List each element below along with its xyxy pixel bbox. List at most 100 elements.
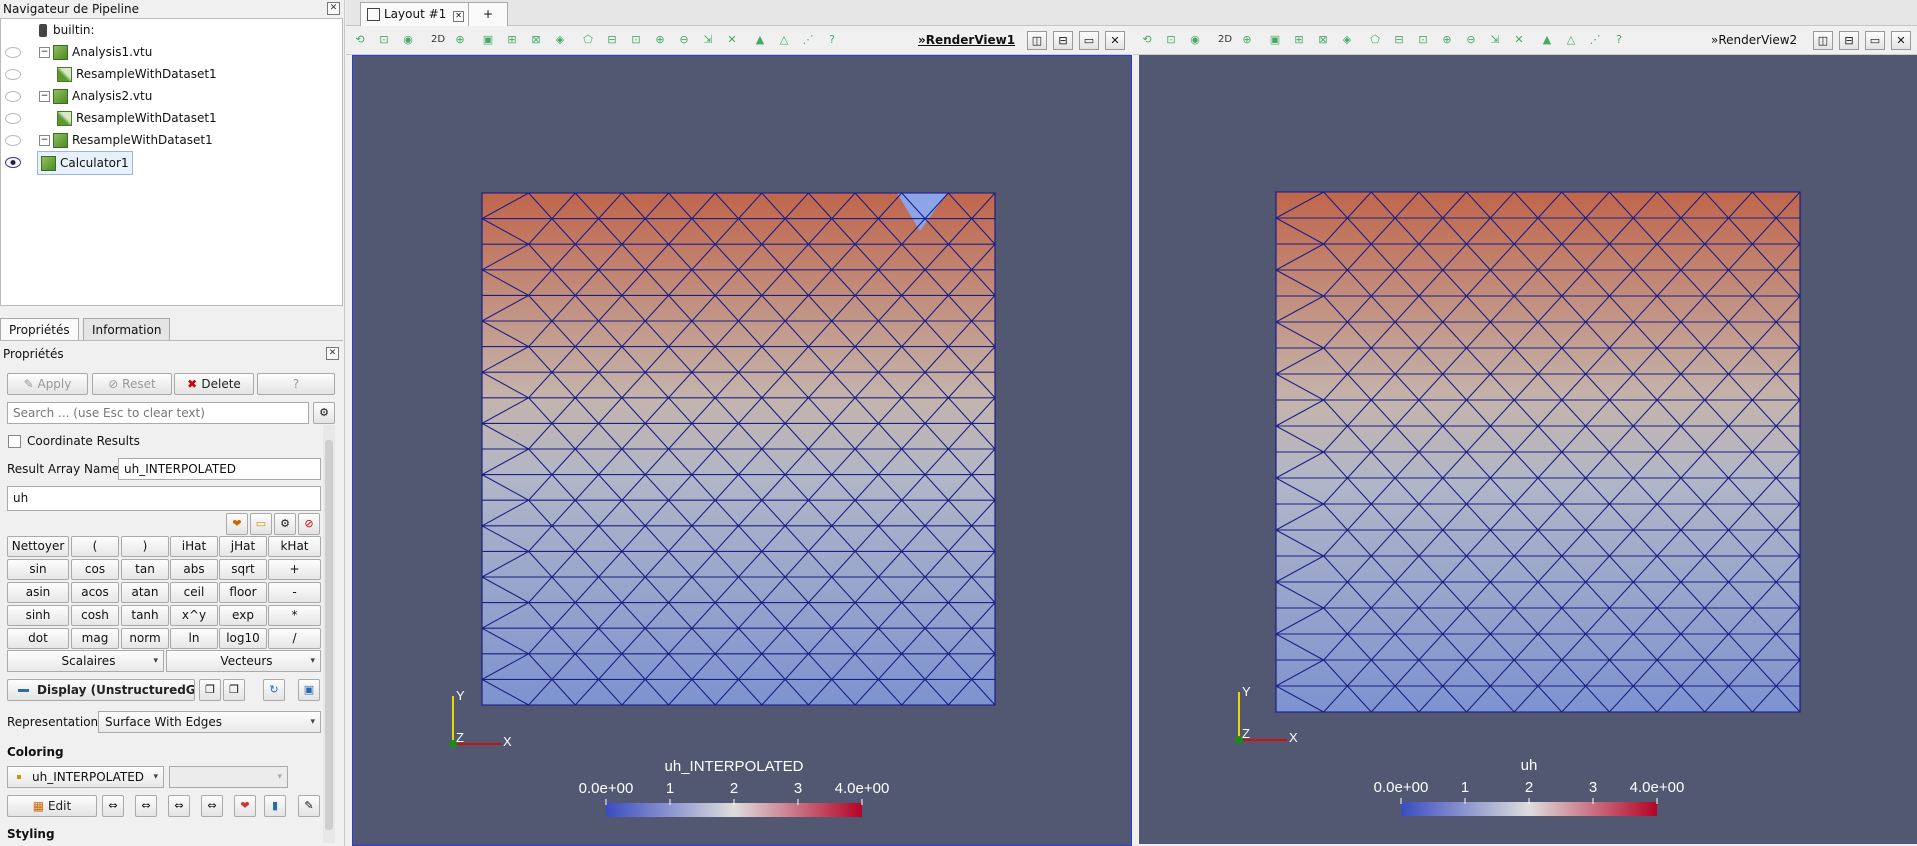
- rescale-icon[interactable]: ⇔: [102, 795, 124, 817]
- rescale-temporal-icon[interactable]: ⇔: [201, 795, 223, 817]
- calc-button[interactable]: acos: [71, 582, 119, 603]
- query-icon[interactable]: ?: [1611, 32, 1627, 48]
- toggle-2d-button[interactable]: 2D: [1215, 32, 1235, 48]
- calc-button[interactable]: floor: [219, 582, 267, 603]
- calc-button[interactable]: (: [71, 536, 119, 557]
- calc-button[interactable]: exp: [219, 605, 267, 626]
- component-combo[interactable]: ▾: [169, 766, 288, 788]
- camera-icon[interactable]: ◉: [1187, 32, 1203, 48]
- favorite-icon[interactable]: ❤: [234, 795, 256, 817]
- calc-button[interactable]: tan: [121, 559, 169, 580]
- coordinate-results-checkbox[interactable]: [8, 435, 21, 448]
- calc-button[interactable]: iHat: [170, 536, 218, 557]
- tree-item-resample-1[interactable]: ResampleWithDataset1: [1, 63, 221, 85]
- shrink-selection-icon[interactable]: ⊖: [1463, 32, 1479, 48]
- close-view-icon[interactable]: ✕: [1105, 31, 1125, 50]
- tab-properties[interactable]: Propriétés: [0, 318, 79, 341]
- calc-button[interactable]: log10: [219, 628, 267, 649]
- pipeline-tree[interactable]: builtin: − Analysis1.vtu ResampleWithData…: [0, 18, 343, 306]
- maximize-icon[interactable]: ▭: [1865, 31, 1885, 50]
- search-input[interactable]: Search ... (use Esc to clear text): [7, 402, 309, 424]
- folder-icon[interactable]: ▭: [250, 513, 272, 535]
- select-block-icon[interactable]: ◈: [552, 32, 568, 48]
- render-view-1[interactable]: Y Z Xuh_INTERPOLATED 0.0e+00 1 2 3 4.0e+00: [352, 55, 1132, 846]
- split-horizontal-icon[interactable]: ◫: [1813, 31, 1833, 50]
- gear-icon[interactable]: ⚙: [313, 402, 335, 424]
- copy-icon[interactable]: ❐: [199, 679, 221, 701]
- eye-icon[interactable]: [5, 135, 21, 146]
- select-points-icon[interactable]: ⊞: [1291, 32, 1307, 48]
- edit-colormap-button[interactable]: ▦ Edit: [7, 795, 97, 817]
- select-points-through-icon[interactable]: ⊡: [628, 32, 644, 48]
- shrink-selection-icon[interactable]: ⊖: [676, 32, 692, 48]
- eye-icon[interactable]: [5, 157, 21, 168]
- split-vertical-icon[interactable]: ⊟: [1839, 31, 1859, 50]
- result-array-input[interactable]: uh_INTERPOLATED: [118, 458, 321, 480]
- reset-camera-icon[interactable]: ⟲: [1139, 32, 1155, 48]
- render-canvas[interactable]: Y Z Xuh_INTERPOLATED 0.0e+00 1 2 3 4.0e+00: [353, 56, 1131, 845]
- close-icon[interactable]: ✕: [327, 2, 340, 15]
- render-view-2[interactable]: Y Z Xuh 0.0e+00 1 2 3 4.0e+00: [1139, 55, 1917, 844]
- calc-button[interactable]: abs: [170, 559, 218, 580]
- calc-button[interactable]: sinh: [7, 605, 69, 626]
- coloring-combo[interactable]: uh_INTERPOLATED ▾: [7, 766, 164, 788]
- view-title[interactable]: »RenderView2: [1711, 32, 1797, 48]
- tab-layout-1[interactable]: Layout #1 ✕: [360, 2, 472, 26]
- tree-item-builtin[interactable]: builtin:: [39, 19, 95, 41]
- load-expression-icon[interactable]: ❤: [226, 513, 248, 535]
- calc-button[interactable]: ln: [170, 628, 218, 649]
- zoom-closest-icon[interactable]: ⊡: [376, 32, 392, 48]
- reset-camera-icon[interactable]: ⟲: [352, 32, 368, 48]
- calc-button[interactable]: atan: [121, 582, 169, 603]
- clear-icon[interactable]: ⊘: [298, 513, 320, 535]
- clear-selection-icon[interactable]: ✕: [724, 32, 740, 48]
- view-title[interactable]: »RenderView1: [918, 32, 1015, 48]
- eye-icon[interactable]: [5, 69, 21, 80]
- display-toggle[interactable]: Display (UnstructuredG: [7, 679, 195, 701]
- extract-selection-icon[interactable]: ⇲: [1487, 32, 1503, 48]
- add-layout-button[interactable]: +: [468, 2, 508, 26]
- calc-button[interactable]: dot: [7, 628, 69, 649]
- select-cells-through-icon[interactable]: ⊟: [1391, 32, 1407, 48]
- find-data-icon[interactable]: ⋰: [800, 32, 816, 48]
- expression-input[interactable]: uh: [7, 486, 321, 511]
- split-horizontal-icon[interactable]: ◫: [1027, 31, 1047, 50]
- paste-icon[interactable]: ❐: [223, 679, 245, 701]
- split-vertical-icon[interactable]: ⊟: [1053, 31, 1073, 50]
- calc-button[interactable]: Nettoyer: [7, 536, 69, 557]
- calc-button[interactable]: kHat: [268, 536, 321, 557]
- select-cells-icon[interactable]: ▣: [1267, 32, 1283, 48]
- eye-icon[interactable]: [5, 47, 21, 58]
- refresh-icon[interactable]: ↻: [263, 679, 285, 701]
- calc-button[interactable]: cos: [71, 559, 119, 580]
- save-icon[interactable]: ▣: [298, 679, 320, 701]
- select-polygon-icon[interactable]: ⬠: [1367, 32, 1383, 48]
- calc-button[interactable]: sqrt: [219, 559, 267, 580]
- colorbar-icon[interactable]: ▮: [264, 795, 286, 817]
- hover-cells-icon[interactable]: △: [1563, 32, 1579, 48]
- tree-item-calculator1[interactable]: Calculator1: [1, 151, 201, 175]
- camera-icon[interactable]: ◉: [400, 32, 416, 48]
- tree-item-resample-2[interactable]: ResampleWithDataset1: [1, 107, 221, 129]
- export-icon[interactable]: ✎: [298, 795, 320, 817]
- reset-button[interactable]: ⊘ Reset: [92, 373, 172, 395]
- scalaires-combo[interactable]: Scalaires ▾: [7, 650, 164, 672]
- rescale-custom-icon[interactable]: ⇔: [135, 795, 157, 817]
- collapse-icon[interactable]: −: [39, 91, 50, 102]
- close-view-icon[interactable]: ✕: [1891, 31, 1911, 50]
- select-cells-icon[interactable]: ▣: [480, 32, 496, 48]
- calc-button[interactable]: +: [268, 559, 321, 580]
- zoom-closest-icon[interactable]: ⊡: [1163, 32, 1179, 48]
- tab-information[interactable]: Information: [83, 318, 171, 341]
- clear-selection-icon[interactable]: ✕: [1511, 32, 1527, 48]
- find-data-icon[interactable]: ⋰: [1587, 32, 1603, 48]
- select-points-through-icon[interactable]: ⊡: [1415, 32, 1431, 48]
- extract-selection-icon[interactable]: ⇲: [700, 32, 716, 48]
- select-points-icon[interactable]: ⊞: [504, 32, 520, 48]
- collapse-icon[interactable]: −: [39, 135, 50, 146]
- calc-button[interactable]: asin: [7, 582, 69, 603]
- maximize-icon[interactable]: ▭: [1079, 31, 1099, 50]
- calc-button[interactable]: jHat: [219, 536, 267, 557]
- grow-selection-icon[interactable]: ⊕: [652, 32, 668, 48]
- zoom-box-icon[interactable]: ⊕: [452, 32, 468, 48]
